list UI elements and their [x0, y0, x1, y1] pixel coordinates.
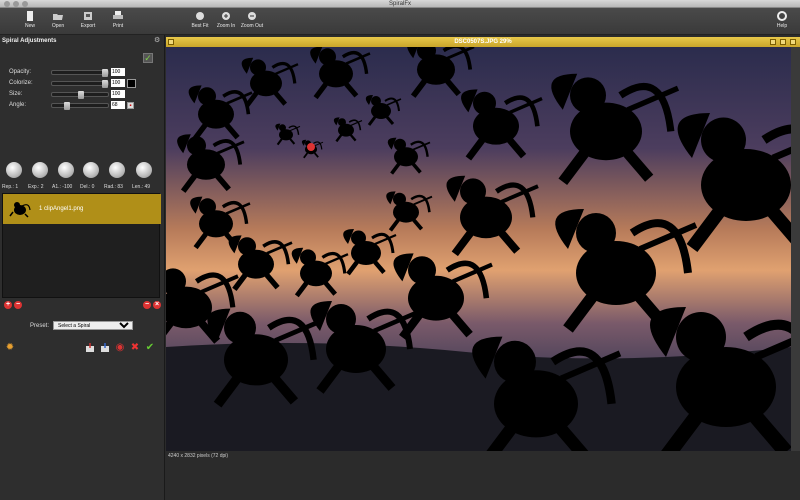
- zoom-out-icon: [248, 12, 256, 20]
- size-slider[interactable]: [51, 90, 109, 99]
- knob-row: Rep.: 1 Exp.: 2 A1.: -100 Del.: 0 Rad.: …: [0, 162, 165, 192]
- preset-label: Preset:: [30, 322, 50, 329]
- gear-icon[interactable]: ⚙: [154, 37, 160, 44]
- open-folder-icon: [53, 14, 63, 20]
- window-title: SpiralFx: [388, 1, 411, 7]
- best-fit-icon: [196, 12, 204, 20]
- new-button[interactable]: New: [16, 10, 44, 34]
- document-minimize-button[interactable]: [770, 39, 776, 45]
- remove-layer-button[interactable]: −: [14, 301, 22, 309]
- a1-knob[interactable]: [58, 162, 74, 178]
- repetition-knob[interactable]: [6, 162, 22, 178]
- best-fit-button[interactable]: Best Fit: [186, 10, 214, 34]
- cupid-thumbnail-icon: [9, 202, 31, 218]
- spiral-photo: [166, 47, 791, 453]
- preset-select[interactable]: Select a Spiral: [53, 321, 134, 330]
- minimize-window-button[interactable]: [13, 1, 19, 7]
- preset-row: Preset: Select a Spiral: [30, 321, 134, 330]
- radius-knob[interactable]: [109, 162, 125, 178]
- opacity-row: Opacity: 100: [9, 68, 159, 77]
- export-button[interactable]: Export: [74, 10, 102, 34]
- close-layer-button[interactable]: ×: [153, 301, 161, 309]
- minus-button[interactable]: −: [143, 301, 151, 309]
- window-titlebar: SpiralFx: [0, 0, 800, 8]
- colorize-slider-thumb[interactable]: [102, 79, 108, 88]
- colorize-row: Colorize: 100: [9, 78, 159, 88]
- opacity-slider-thumb[interactable]: [102, 68, 108, 77]
- size-value[interactable]: 100: [111, 90, 125, 98]
- colorize-color-swatch[interactable]: [127, 78, 136, 88]
- angle-row: Angle: 68 ▪: [9, 101, 159, 110]
- layer-list: 1 clipAngel1.png: [2, 193, 161, 298]
- colorize-slider[interactable]: [51, 79, 109, 88]
- size-row: Size: 100: [9, 90, 159, 99]
- layer-list-item[interactable]: 1 clipAngel1.png: [3, 194, 161, 224]
- target-icon[interactable]: ◉: [115, 343, 125, 353]
- angle-slider[interactable]: [51, 101, 109, 110]
- size-slider-thumb[interactable]: [78, 90, 84, 99]
- image-canvas[interactable]: [166, 47, 791, 453]
- delta-knob[interactable]: [83, 162, 99, 178]
- image-info-status: 4240 x 2832 pixels (72 dpi): [166, 451, 800, 461]
- expansion-knob[interactable]: [32, 162, 48, 178]
- opacity-value[interactable]: 100: [111, 68, 125, 76]
- window-controls: [4, 1, 28, 7]
- open-button[interactable]: Open: [44, 10, 72, 34]
- import-icon[interactable]: [85, 343, 95, 353]
- close-window-button[interactable]: [4, 1, 10, 7]
- document-maximize-button[interactable]: [780, 39, 786, 45]
- sun-icon[interactable]: ✹: [5, 343, 15, 353]
- knob-label: Rad.: 83: [104, 184, 123, 190]
- print-icon: [113, 11, 123, 19]
- confirm-icon[interactable]: ✔: [145, 343, 155, 353]
- length-knob[interactable]: [136, 162, 152, 178]
- colorize-value[interactable]: 100: [111, 79, 125, 87]
- help-button[interactable]: Help: [768, 10, 796, 34]
- document-menu-button[interactable]: [168, 39, 174, 45]
- help-lifebuoy-icon: [777, 11, 787, 21]
- zoom-in-icon: [222, 12, 230, 20]
- zoom-in-button[interactable]: Zoom In: [212, 10, 240, 34]
- vertical-scrollbar[interactable]: [791, 47, 800, 453]
- add-layer-button[interactable]: +: [4, 301, 12, 309]
- zoom-window-button[interactable]: [22, 1, 28, 7]
- opacity-slider[interactable]: [51, 68, 109, 77]
- document-window: DSC0507S.JPG 29% 4240 x 2832 pixels (72 …: [166, 37, 800, 500]
- angle-value[interactable]: 68: [111, 101, 125, 109]
- toolbar: New Open Export Print Best Fit Zoom In Z…: [0, 8, 800, 35]
- document-titlebar: DSC0507S.JPG 29%: [166, 37, 800, 47]
- layer-item-label: 1 clipAngel1.png: [39, 206, 84, 212]
- print-button[interactable]: Print: [104, 10, 132, 34]
- angle-stepper[interactable]: ▪: [127, 101, 134, 109]
- knob-label: A1.: -100: [52, 184, 73, 190]
- cancel-icon[interactable]: ✖: [130, 343, 140, 353]
- export-icon: [84, 12, 92, 20]
- export-layer-icon[interactable]: [100, 343, 110, 353]
- panel-title: Spiral Adjustments: [2, 38, 57, 44]
- zoom-out-button[interactable]: Zoom Out: [238, 10, 266, 34]
- document-title: DSC0507S.JPG 29%: [454, 39, 512, 45]
- knob-label: Len.: 49: [132, 184, 151, 190]
- angle-slider-thumb[interactable]: [64, 101, 70, 110]
- spiral-adjustments-panel: Spiral Adjustments ⚙ ✓ Opacity: 100 Colo…: [0, 35, 165, 500]
- new-document-icon: [27, 11, 33, 21]
- apply-checkbox[interactable]: ✓: [143, 53, 153, 63]
- document-close-button[interactable]: [790, 39, 796, 45]
